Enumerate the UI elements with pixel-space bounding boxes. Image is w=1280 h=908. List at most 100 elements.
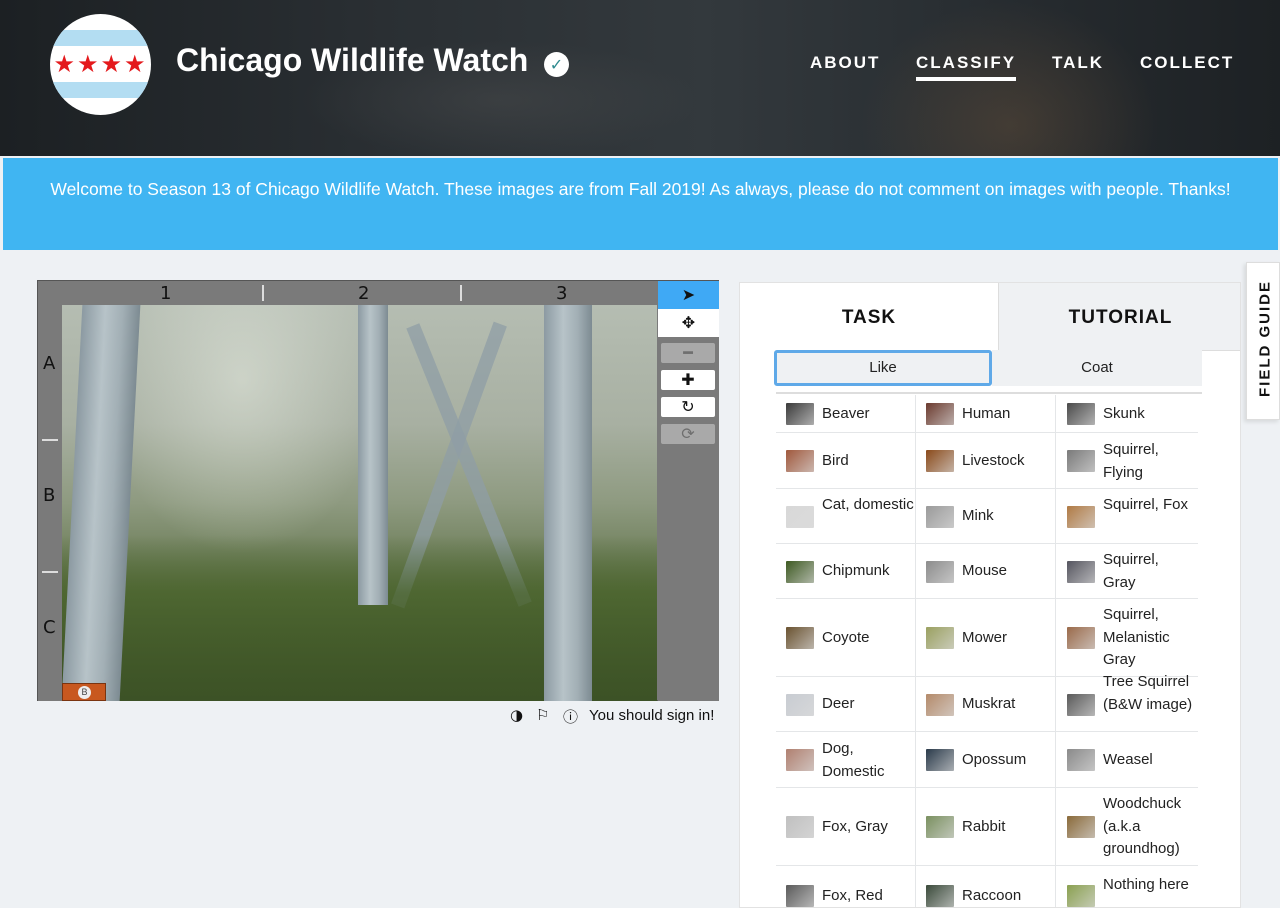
species-choice-button[interactable]: Livestock	[916, 433, 1056, 488]
species-thumbnail	[1067, 749, 1095, 771]
species-choice-button[interactable]: Opossum	[916, 732, 1056, 787]
move-icon[interactable]: ✥	[658, 309, 719, 337]
species-choice-button[interactable]: Weasel	[1057, 732, 1197, 787]
species-thumbnail	[786, 561, 814, 583]
column-label: 2	[358, 283, 370, 304]
species-choice-button[interactable]: Deer	[776, 677, 916, 731]
species-label: Deer	[822, 695, 855, 712]
contrast-icon[interactable]: ◑	[510, 706, 523, 724]
species-label: Human	[962, 405, 1011, 422]
species-thumbnail	[786, 885, 814, 907]
tab-task[interactable]: TASK	[740, 283, 998, 351]
species-label: Squirrel, Fox	[1103, 496, 1189, 513]
species-choice-button[interactable]: Chipmunk	[776, 544, 916, 598]
species-choice-button[interactable]: Squirrel, Fox	[1057, 489, 1197, 543]
sign-in-prompt[interactable]: You should sign in!	[589, 707, 714, 724]
species-thumbnail	[786, 627, 814, 649]
species-choice-button[interactable]: Squirrel, Melanistic Gray	[1057, 599, 1197, 676]
nav-talk[interactable]: TALK	[1052, 53, 1104, 73]
species-choice-button[interactable]: Muskrat	[916, 677, 1056, 731]
info-icon[interactable]: ⓘ	[563, 706, 578, 727]
species-label: Cat, domestic	[822, 496, 914, 513]
field-guide-label: FIELD GUIDE	[1256, 280, 1274, 398]
nav-collect[interactable]: COLLECT	[1140, 53, 1234, 73]
field-guide-tab[interactable]: FIELD GUIDE	[1246, 262, 1280, 420]
flag-stripe	[50, 82, 151, 98]
species-choice-button[interactable]: Mink	[916, 489, 1056, 543]
species-label: Bird	[822, 452, 849, 469]
species-choice-button[interactable]: Woodchuck (a.k.a groundhog)	[1057, 788, 1197, 865]
choice-row: Deer Muskrat Tree Squirrel (B&W image)	[776, 673, 1198, 732]
project-avatar[interactable]: ★★★★	[50, 14, 151, 115]
tab-tutorial[interactable]: TUTORIAL	[998, 283, 1240, 351]
species-choice-button[interactable]: Human	[916, 395, 1056, 432]
species-choice-button[interactable]: Coyote	[776, 599, 916, 676]
image-pole	[358, 305, 388, 605]
nav-classify[interactable]: CLASSIFY	[916, 53, 1017, 81]
species-label: Opossum	[962, 751, 1027, 768]
species-label: Nothing here	[1103, 876, 1189, 893]
choice-row: Dog, Domestic Opossum Weasel	[776, 732, 1198, 788]
filter-coat-button[interactable]: Coat	[992, 350, 1202, 386]
ruler-tick	[460, 285, 462, 301]
species-choice-button[interactable]: Fox, Gray	[776, 788, 916, 865]
species-choice-button[interactable]: Rabbit	[916, 788, 1056, 865]
species-thumbnail	[786, 749, 814, 771]
announcement-banner: Welcome to Season 13 of Chicago Wildlife…	[3, 158, 1278, 250]
species-thumbnail	[926, 403, 954, 425]
species-choice-button[interactable]: Mouse	[916, 544, 1056, 598]
check-circle-icon: ✓	[544, 52, 569, 77]
row-label: A	[43, 353, 56, 374]
species-choice-button[interactable]: Squirrel, Flying	[1057, 433, 1197, 488]
row-label: C	[43, 617, 56, 638]
species-choice-button[interactable]: Skunk	[1057, 395, 1197, 432]
species-label: Fox, Red	[822, 887, 883, 904]
species-choice-button[interactable]: Beaver	[776, 395, 916, 432]
project-title[interactable]: Chicago Wildlife Watch	[176, 42, 528, 79]
species-choice-button[interactable]: Tree Squirrel (B&W image)	[1057, 673, 1197, 731]
species-thumbnail	[1067, 816, 1095, 838]
species-thumbnail	[786, 694, 814, 716]
image-light-area	[102, 305, 382, 555]
species-thumbnail	[786, 506, 814, 528]
zoom-in-icon[interactable]: ✚	[661, 370, 715, 390]
reset-icon[interactable]: ⟳	[661, 424, 715, 444]
species-choice-button[interactable]: Bird	[776, 433, 916, 488]
choice-row: Cat, domestic Mink Squirrel, Fox	[776, 489, 1198, 544]
filter-like-button[interactable]: Like	[774, 350, 992, 386]
species-thumbnail	[1067, 627, 1095, 649]
image-pole	[544, 305, 592, 701]
column-label: 1	[160, 283, 172, 304]
flag-icon[interactable]: ⚐	[536, 706, 549, 724]
camera-badge: B	[62, 683, 106, 701]
species-label: Squirrel, Gray	[1103, 551, 1159, 591]
camera-trap-image[interactable]: B	[62, 305, 657, 701]
choice-row: Fox, Red Raccoon Nothing here	[776, 866, 1198, 907]
grid-ruler-left: A B C	[38, 305, 62, 701]
ruler-tick	[42, 571, 58, 573]
species-choice-button[interactable]: Raccoon	[916, 866, 1056, 907]
ruler-tick	[262, 285, 264, 301]
species-choice-button[interactable]: Dog, Domestic	[776, 732, 916, 787]
species-choice-button[interactable]: Squirrel, Gray	[1057, 544, 1197, 598]
zoom-out-icon[interactable]: ━	[661, 343, 715, 363]
species-label: Woodchuck (a.k.a groundhog)	[1103, 795, 1182, 857]
species-choice-button[interactable]: Nothing here	[1057, 866, 1197, 907]
nav-about[interactable]: ABOUT	[810, 53, 880, 73]
species-thumbnail	[786, 403, 814, 425]
filter-divider	[776, 392, 1202, 394]
rotate-icon[interactable]: ↻	[661, 397, 715, 417]
species-choice-button[interactable]: Fox, Red	[776, 866, 916, 907]
species-choice-button[interactable]: Cat, domestic	[776, 489, 916, 543]
species-choice-button[interactable]: Mower	[916, 599, 1056, 676]
species-label: Skunk	[1103, 405, 1145, 422]
species-thumbnail	[1067, 885, 1095, 907]
choice-row: Coyote Mower Squirrel, Melanistic Gray	[776, 599, 1198, 677]
pointer-icon[interactable]: ➤	[658, 281, 719, 309]
grid-ruler-top: 1 2 3	[38, 281, 658, 305]
species-label: Mouse	[962, 562, 1008, 579]
task-panel: TASK TUTORIAL Like Coat Beaver Human Skunk…	[739, 282, 1241, 908]
species-thumbnail	[926, 627, 954, 649]
species-label: Coyote	[822, 629, 870, 646]
species-label: Weasel	[1103, 751, 1153, 768]
